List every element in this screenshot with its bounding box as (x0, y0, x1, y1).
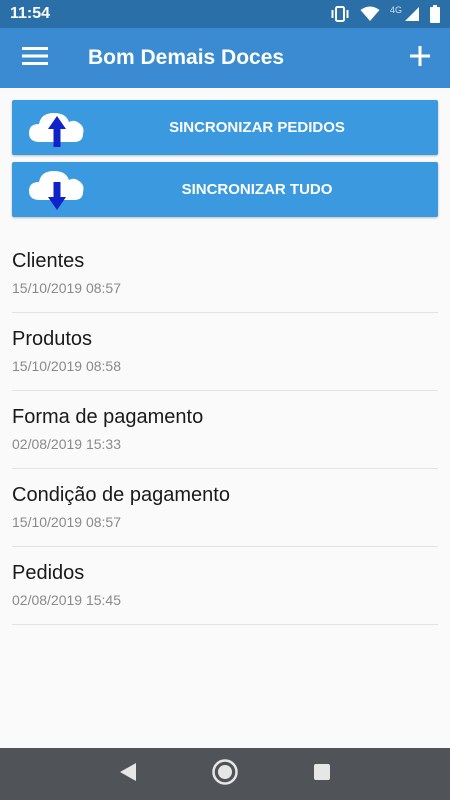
status-icons: 4G (330, 5, 440, 23)
home-circle-icon (211, 758, 239, 791)
sync-orders-button[interactable]: SINCRONIZAR PEDIDOS (12, 100, 438, 155)
list-item-forma-de-pagamento[interactable]: Forma de pagamento 02/08/2019 15:33 (12, 391, 438, 469)
list-item-title: Condição de pagamento (12, 484, 230, 506)
cloud-download-icon (26, 170, 88, 215)
page-title: Bom Demais Doces (88, 46, 285, 69)
list-item-title: Clientes (12, 250, 85, 272)
list-item-date: 15/10/2019 08:57 (12, 280, 121, 296)
vibrate-icon (330, 6, 350, 22)
list-item-condicao-de-pagamento[interactable]: Condição de pagamento 15/10/2019 08:57 (12, 469, 438, 547)
recents-button[interactable] (302, 754, 342, 794)
menu-button[interactable] (0, 28, 70, 88)
sync-status-list: Clientes 15/10/2019 08:57 Produtos 15/10… (12, 235, 438, 625)
status-bar: 11:54 4G (0, 0, 450, 28)
app-toolbar: Bom Demais Doces (0, 28, 450, 88)
list-item-title: Produtos (12, 328, 93, 350)
app-screen: 11:54 4G Bom Demais Doces SINCRONIZAR PE… (0, 0, 450, 800)
list-item-title: Forma de pagamento (12, 406, 204, 428)
sync-all-button[interactable]: SINCRONIZAR TUDO (12, 162, 438, 217)
plus-icon (410, 45, 430, 71)
hamburger-menu-icon (22, 46, 48, 71)
add-button[interactable] (390, 28, 450, 88)
list-item-date: 15/10/2019 08:58 (12, 358, 121, 374)
status-time: 11:54 (10, 5, 51, 22)
wifi-icon (360, 6, 380, 22)
cloud-upload-icon (26, 108, 88, 153)
network-type-label: 4G (389, 5, 402, 15)
list-item-pedidos[interactable]: Pedidos 02/08/2019 15:45 (12, 547, 438, 625)
list-item-date: 02/08/2019 15:45 (12, 592, 121, 608)
list-item-produtos[interactable]: Produtos 15/10/2019 08:58 (12, 313, 438, 391)
battery-icon (430, 5, 440, 23)
home-button[interactable] (205, 754, 245, 794)
signal-icon (404, 6, 420, 22)
recents-square-icon (313, 763, 331, 786)
list-item-date: 15/10/2019 08:57 (12, 514, 121, 530)
back-button[interactable] (108, 754, 148, 794)
system-nav-bar (0, 748, 450, 800)
list-item-date: 02/08/2019 15:33 (12, 436, 121, 452)
list-item-title: Pedidos (12, 562, 85, 584)
back-triangle-icon (119, 762, 137, 787)
list-item-clientes[interactable]: Clientes 15/10/2019 08:57 (12, 235, 438, 313)
